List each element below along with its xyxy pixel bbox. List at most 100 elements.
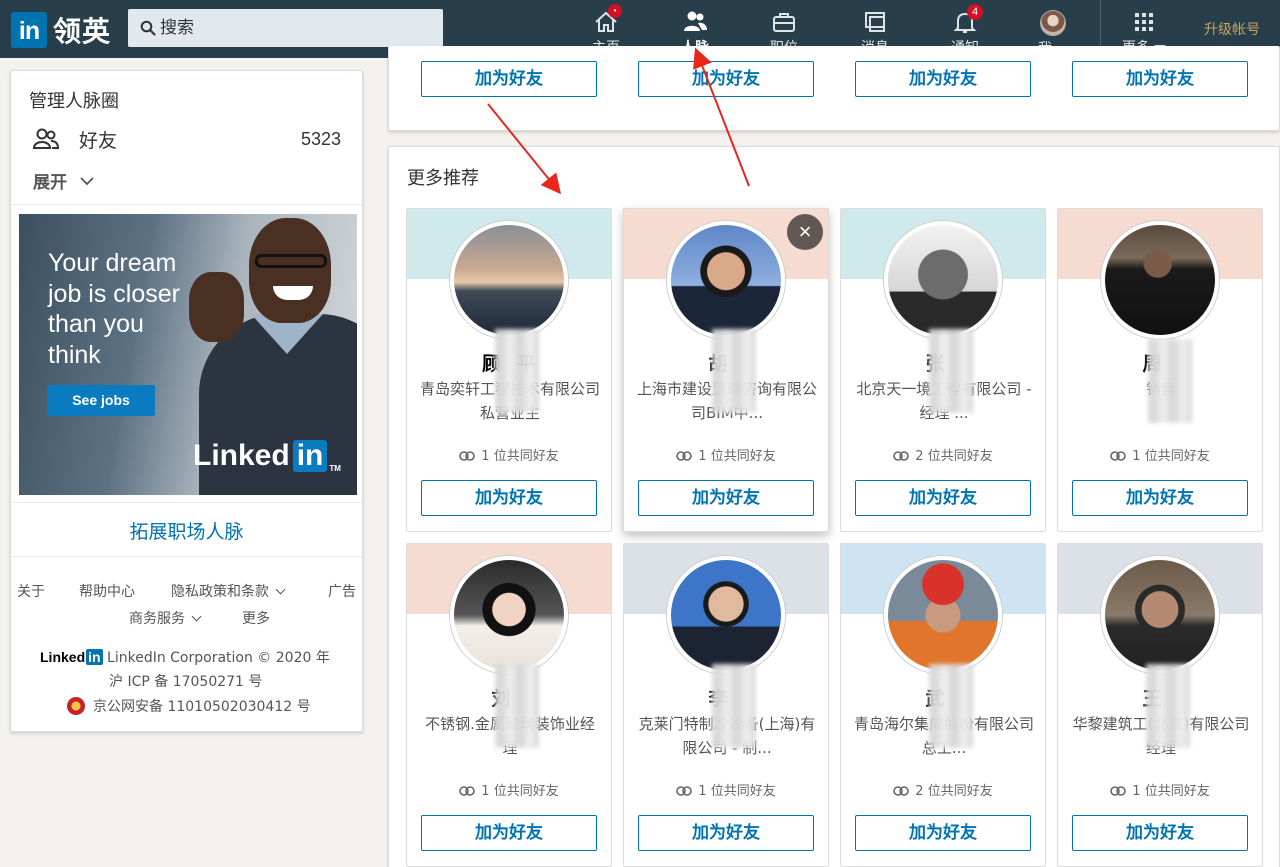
section-title: 更多推荐: [407, 168, 479, 189]
recommendation-card: 顾平青岛奕轩工程技术有限公司私营业主1 位共同好友加为好友: [406, 208, 612, 532]
search-box[interactable]: [128, 9, 443, 47]
add-friend-button[interactable]: 加为好友: [1072, 815, 1248, 851]
mutual-connections[interactable]: 1 位共同好友: [407, 445, 611, 464]
mutual-count: 1 位共同好友: [698, 449, 776, 464]
add-friend-button[interactable]: 加为好友: [855, 815, 1031, 851]
mutual-connections[interactable]: 1 位共同好友: [407, 780, 611, 799]
privacy-blur: [929, 329, 973, 413]
ad-brand-text: Linked: [193, 439, 290, 472]
mutual-connections[interactable]: 1 位共同好友: [624, 445, 828, 464]
chevron-down-icon: [80, 176, 94, 185]
add-friend-button[interactable]: 加为好友: [638, 480, 814, 516]
footer-about[interactable]: 关于: [17, 581, 45, 601]
logo-text: 领英: [53, 15, 112, 48]
linkedin-logo[interactable]: in 领英: [11, 10, 111, 50]
footer-privacy-label: 隐私政策和条款: [171, 584, 269, 600]
mutual-count: 1 位共同好友: [698, 784, 776, 799]
friends-count: 5323: [300, 128, 341, 149]
footer-more[interactable]: 更多: [242, 608, 270, 628]
upgrade-link[interactable]: 升级帐号: [1204, 19, 1260, 39]
footer-police[interactable]: 京公网安备 11010502030412 号: [67, 696, 311, 716]
grow-network-link[interactable]: 拓展职场人脉: [11, 517, 362, 544]
mutual-connections-icon: [1110, 786, 1127, 796]
mutual-count: 1 位共同好友: [1132, 449, 1210, 464]
footer-copyright: Linked in LinkedIn Corporation © 2020 年: [40, 647, 330, 667]
avatar[interactable]: [884, 221, 1002, 339]
briefcase-icon: [773, 13, 795, 32]
footer-business[interactable]: 商务服务: [129, 608, 202, 628]
avatar[interactable]: [450, 556, 568, 674]
add-friend-button[interactable]: 加为好友: [638, 815, 814, 851]
mutual-count: 2 位共同好友: [915, 784, 993, 799]
expand-toggle[interactable]: 展开: [33, 168, 95, 193]
police-badge-icon: [67, 697, 85, 715]
avatar[interactable]: [1101, 556, 1219, 674]
mutual-count: 1 位共同好友: [481, 449, 559, 464]
add-friend-button[interactable]: 加为好友: [855, 61, 1031, 97]
mutual-connections-icon: [893, 451, 910, 461]
mutual-connections[interactable]: 2 位共同好友: [841, 445, 1045, 464]
ad-person-glasses: [255, 254, 327, 268]
footer-ads[interactable]: 广告: [328, 581, 356, 601]
search-icon: [140, 20, 156, 36]
divider: [11, 556, 362, 557]
ad-person-hand: [189, 272, 244, 342]
footer-business-label: 商务服务: [129, 611, 185, 627]
privacy-blur: [495, 329, 539, 413]
people-icon: [684, 11, 707, 31]
privacy-blur: [712, 329, 756, 413]
mutual-count: 1 位共同好友: [1132, 784, 1210, 799]
ad-brand-tm: TM: [329, 464, 341, 473]
footer-privacy[interactable]: 隐私政策和条款: [171, 581, 286, 601]
friends-link[interactable]: 好友 5323: [33, 126, 341, 152]
add-friend-button[interactable]: 加为好友: [1072, 61, 1248, 97]
close-icon[interactable]: ×: [787, 214, 823, 250]
ad-linkedin-logo: Linked in TM: [193, 439, 341, 473]
add-friend-button[interactable]: 加为好友: [421, 61, 597, 97]
see-jobs-button[interactable]: See jobs: [47, 385, 155, 416]
add-friend-button[interactable]: 加为好友: [638, 61, 814, 97]
recommendation-card: ×胡上海市建设监理咨询有限公司BIM中...1 位共同好友加为好友: [623, 208, 829, 532]
logo-mark: in: [11, 12, 47, 48]
footer-icp[interactable]: 沪 ICP 备 17050271 号: [109, 671, 262, 691]
ad-headline: Your dream job is closer than you think: [48, 249, 180, 369]
grid-icon: [1135, 13, 1153, 31]
jobs-ad-banner[interactable]: Your dream job is closer than you think …: [19, 214, 357, 495]
add-friend-button[interactable]: 加为好友: [421, 480, 597, 516]
privacy-blur: [712, 664, 756, 748]
avatar[interactable]: [450, 221, 568, 339]
mutual-connections-icon: [459, 451, 476, 461]
add-friend-button[interactable]: 加为好友: [1072, 480, 1248, 516]
divider: [11, 204, 362, 205]
add-friend-button[interactable]: 加为好友: [855, 480, 1031, 516]
mutual-connections[interactable]: 1 位共同好友: [1058, 780, 1262, 799]
mutual-connections-icon: [893, 786, 910, 796]
privacy-blur: [1148, 339, 1192, 423]
divider: [11, 502, 362, 503]
manage-network-title: 管理人脉圈: [29, 91, 119, 112]
privacy-blur: [1146, 664, 1190, 748]
mutual-connections[interactable]: 1 位共同好友: [624, 780, 828, 799]
avatar[interactable]: [667, 556, 785, 674]
mutual-count: 1 位共同好友: [481, 784, 559, 799]
recommendation-card: 李克莱门特制冷设备(上海)有限公司 - 制...1 位共同好友加为好友: [623, 543, 829, 867]
mutual-connections[interactable]: 1 位共同好友: [1058, 445, 1262, 464]
mutual-connections[interactable]: 2 位共同好友: [841, 780, 1045, 799]
mutual-connections-icon: [676, 451, 693, 461]
chevron-down-icon: [275, 584, 286, 595]
search-input[interactable]: [160, 18, 430, 38]
footer-help[interactable]: 帮助中心: [79, 581, 135, 601]
avatar[interactable]: [667, 221, 785, 339]
avatar[interactable]: [884, 556, 1002, 674]
footer-brand-text: Linked: [40, 649, 86, 665]
mutual-connections-icon: [459, 786, 476, 796]
footer-copyright-text: LinkedIn Corporation © 2020 年: [107, 650, 330, 666]
add-friend-button[interactable]: 加为好友: [421, 815, 597, 851]
people-icon: [33, 128, 59, 149]
expand-label: 展开: [33, 173, 67, 193]
recommendation-card: 刘不锈钢.金属玻璃装饰业经理1 位共同好友加为好友: [406, 543, 612, 867]
avatar[interactable]: [1101, 221, 1219, 339]
notifications-badge: 4: [967, 4, 983, 20]
mutual-count: 2 位共同好友: [915, 449, 993, 464]
mutual-connections-icon: [676, 786, 693, 796]
